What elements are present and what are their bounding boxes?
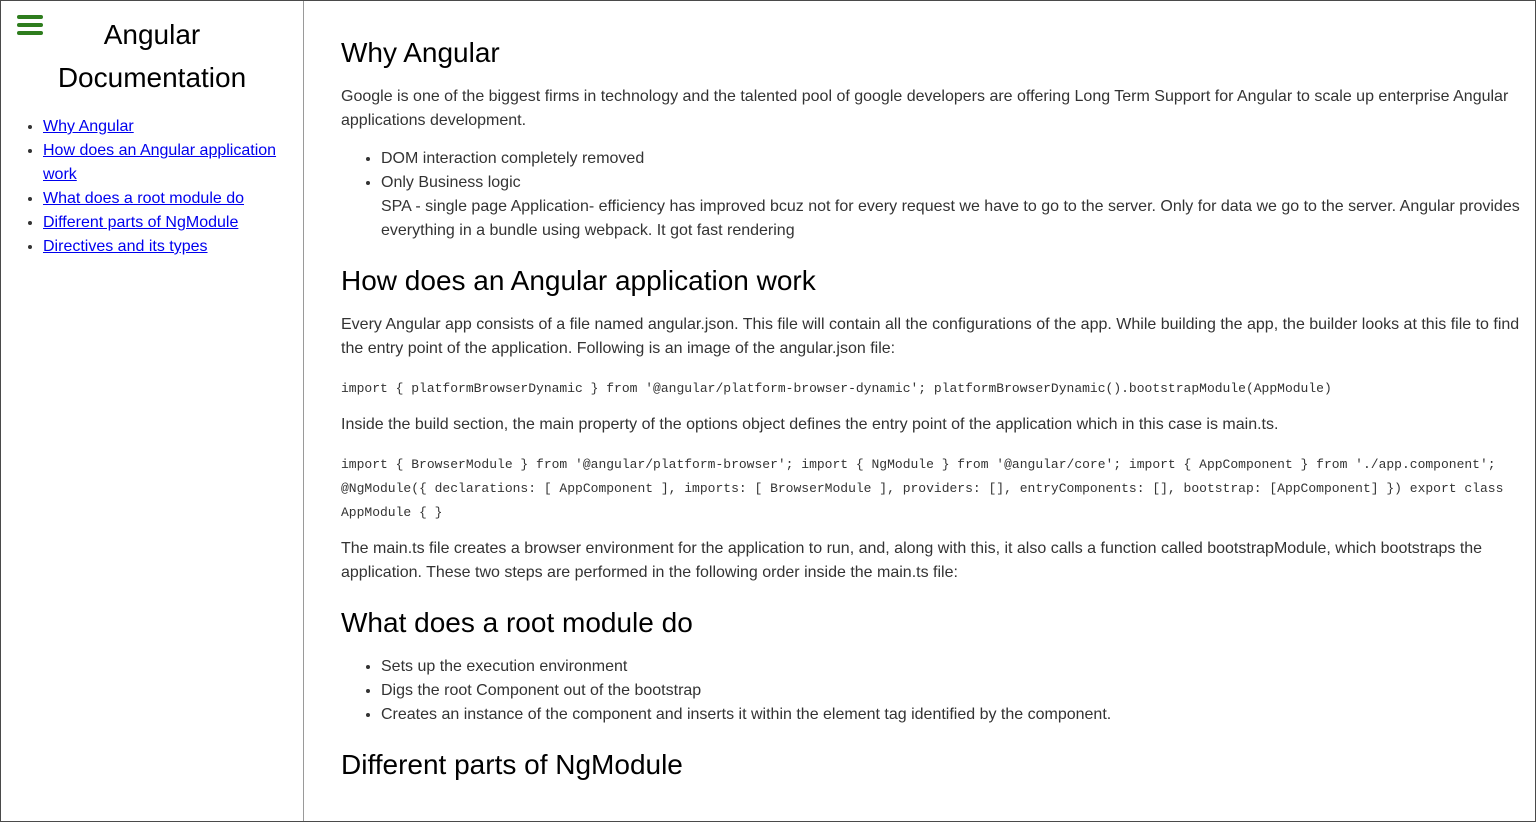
sidebar-title-line2: Documentation (57, 62, 247, 93)
list-item: Digs the root Component out of the boots… (381, 679, 1521, 703)
nav-link-how-angular-works[interactable]: How does an Angular application work (43, 142, 276, 183)
section-heading: What does a root module do (341, 607, 693, 638)
section-paragraph: Inside the build section, the main prope… (341, 416, 1279, 433)
sidebar-nav: Why Angular How does an Angular applicat… (1, 115, 291, 259)
section-heading: Why Angular (341, 37, 500, 68)
nav-item-why-angular: Why Angular (43, 115, 291, 139)
nav-link-root-module[interactable]: What does a root module do (43, 190, 244, 207)
section-heading: How does an Angular application work (341, 265, 816, 296)
list-item: Creates an instance of the component and… (381, 703, 1521, 727)
section-paragraph: Every Angular app consists of a file nam… (341, 316, 1520, 357)
code-snippet: import { platformBrowserDynamic } from '… (341, 381, 1332, 396)
section-bullet-list: Sets up the execution environment Digs t… (341, 655, 1521, 727)
nav-item-directives: Directives and its types (43, 235, 291, 259)
list-item-extra-text: SPA - single page Application- efficienc… (381, 198, 1520, 239)
list-item: Only Business logic SPA - single page Ap… (381, 171, 1521, 243)
nav-link-directives[interactable]: Directives and its types (43, 238, 208, 255)
section-root-module: What does a root module do Sets up the e… (341, 605, 1535, 727)
section-paragraph: The main.ts file creates a browser envir… (341, 540, 1483, 581)
sidebar: Angular Documentation Why Angular How do… (1, 1, 304, 821)
list-item: DOM interaction completely removed (381, 147, 1521, 171)
section-why-angular: Why Angular Google is one of the biggest… (341, 35, 1535, 243)
section-ngmodule-parts: Different parts of NgModule (341, 747, 1535, 783)
section-how-angular-works: How does an Angular application work Eve… (341, 263, 1535, 585)
section-heading: Different parts of NgModule (341, 749, 683, 780)
nav-item-how-angular-works: How does an Angular application work (43, 139, 291, 187)
nav-item-ngmodule-parts: Different parts of NgModule (43, 211, 291, 235)
section-bullet-list: DOM interaction completely removed Only … (341, 147, 1521, 243)
nav-item-root-module: What does a root module do (43, 187, 291, 211)
main-content: Why Angular Google is one of the biggest… (304, 1, 1535, 821)
code-snippet: import { BrowserModule } from '@angular/… (341, 457, 1512, 520)
browser-viewport: Angular Documentation Why Angular How do… (0, 0, 1536, 822)
nav-link-why-angular[interactable]: Why Angular (43, 118, 134, 135)
list-item-text: Only Business logic (381, 174, 521, 191)
sidebar-title: Angular Documentation (1, 13, 303, 99)
nav-link-ngmodule-parts[interactable]: Different parts of NgModule (43, 214, 238, 231)
list-item: Sets up the execution environment (381, 655, 1521, 679)
sidebar-title-line1: Angular (103, 19, 201, 50)
section-paragraph: Google is one of the biggest firms in te… (341, 88, 1509, 129)
